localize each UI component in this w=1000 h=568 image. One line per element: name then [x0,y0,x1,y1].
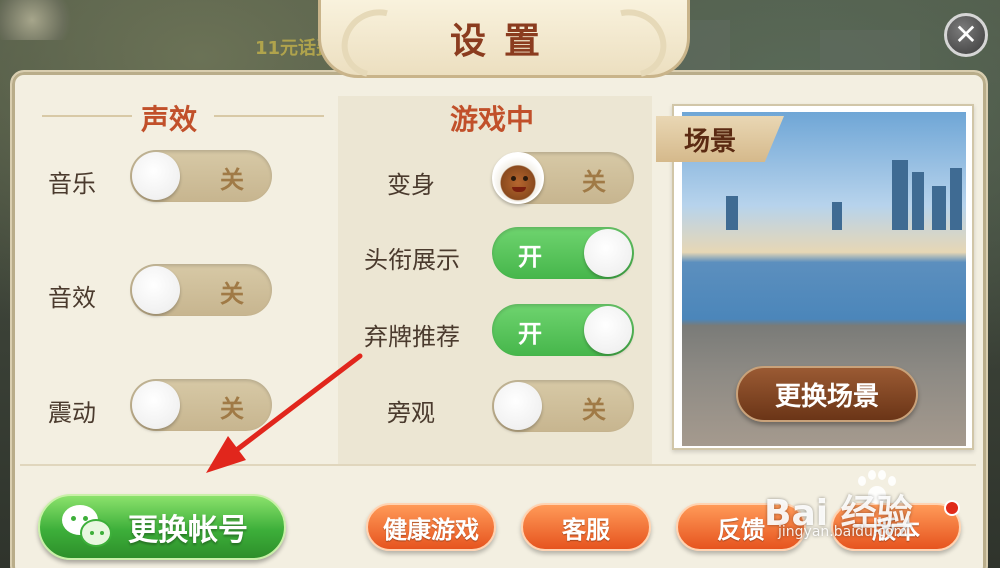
title-display-label: 头衔展示 [364,246,460,274]
change-scene-button[interactable]: 更换场景 [736,366,918,422]
toggle-knob [132,266,180,314]
wechat-icon [62,505,114,549]
ingame-section-title: 游戏中 [450,103,535,136]
building [912,172,924,230]
transform-toggle[interactable]: 关 [492,152,634,204]
discard-recommend-toggle[interactable]: 开 [492,304,634,356]
toggle-knob [132,152,180,200]
switch-account-label: 更换帐号 [128,513,248,548]
vibration-toggle[interactable]: 关 [130,379,272,431]
customer-service-button[interactable]: 客服 [521,503,651,551]
close-icon: ✕ [954,18,978,51]
music-toggle[interactable]: 关 [130,150,272,202]
toggle-knob [494,382,542,430]
building [950,168,962,230]
music-label: 音乐 [48,170,96,198]
toggle-state: 关 [582,168,606,196]
avatar-eye [511,176,516,181]
sound-effect-label: 音效 [48,284,96,312]
section-divider [214,115,324,117]
switch-account-button[interactable]: 更换帐号 [38,494,286,560]
scene-tag: 场景 [656,116,784,162]
close-button[interactable]: ✕ [944,13,988,57]
sound-effect-toggle[interactable]: 关 [130,264,272,316]
spectate-label: 旁观 [387,399,435,427]
avatar-icon [492,152,544,204]
title-display-toggle[interactable]: 开 [492,227,634,279]
toggle-knob [584,306,632,354]
toggle-state: 关 [582,396,606,424]
background-avatar [0,0,80,40]
healthy-gaming-button[interactable]: 健康游戏 [366,503,496,551]
dialog-title: 设置 [449,20,558,62]
toggle-state: 关 [220,280,244,308]
spectate-toggle[interactable]: 关 [492,380,634,432]
toggle-state: 开 [518,243,542,271]
title-banner: 设置 [318,0,690,78]
toggle-knob [584,229,632,277]
avatar-mouth [512,187,526,192]
building [726,196,738,230]
building [832,202,842,230]
building [892,160,908,230]
avatar-eye [523,176,528,181]
toggle-state: 关 [220,166,244,194]
toggle-state: 开 [518,320,542,348]
discard-recommend-label: 弃牌推荐 [364,323,460,351]
sound-section-title: 声效 [141,103,198,136]
baidu-watermark: Bai 经验 jingyan.baidu.com [748,470,988,550]
toggle-state: 关 [220,395,244,423]
vibration-label: 震动 [48,399,96,427]
section-divider [42,115,132,117]
toggle-knob [132,381,180,429]
building [932,186,946,230]
watermark-sub-text: jingyan.baidu.com [778,524,908,540]
footer-divider [20,464,976,466]
transform-label: 变身 [387,171,435,199]
